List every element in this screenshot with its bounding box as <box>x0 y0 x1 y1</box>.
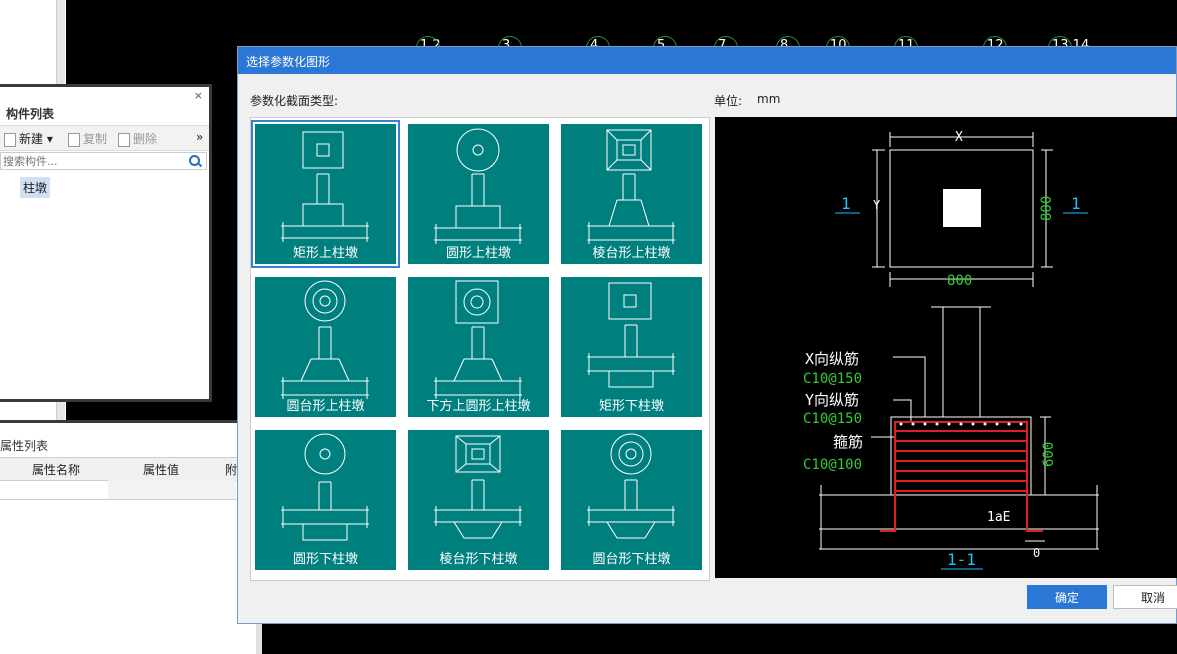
more-button[interactable]: » <box>196 130 203 144</box>
shape-grid: 矩形上柱墩 圆形上柱墩 棱台形上柱墩 圆台形上柱墩 下方上圆形上柱墩 矩形下柱墩… <box>250 117 710 581</box>
copy-icon <box>68 132 80 147</box>
y-rebar-value: C10@150 <box>803 411 862 427</box>
dim-600: 600 <box>1041 442 1057 467</box>
stirrup-value: C10@100 <box>803 457 862 473</box>
table-cell[interactable] <box>108 480 236 499</box>
dim-800-bottom: 800 <box>947 273 972 289</box>
shape-tile-rect-upper[interactable]: 矩形上柱墩 <box>251 120 400 268</box>
component-search <box>0 152 207 170</box>
shape-label: 圆形下柱墩 <box>292 552 358 567</box>
component-toolbar: 新建 ▾ 复制 删除 » <box>0 125 209 151</box>
dim-y: Y <box>873 198 881 212</box>
x-rebar-label: X向纵筋 <box>805 350 859 368</box>
new-button-label: 新建 <box>19 132 44 146</box>
panel-title: 属性列表 <box>0 439 49 453</box>
dialog-title: 选择参数化图形 <box>246 55 331 69</box>
column-header: 附 <box>225 463 238 477</box>
stirrup-label: 箍筋 <box>833 433 863 451</box>
unit-label: 单位: <box>714 94 743 108</box>
copy-button[interactable]: 复制 <box>68 130 107 147</box>
shape-tile-circle-lower[interactable]: 圆形下柱墩 <box>255 430 396 570</box>
delete-button-label: 删除 <box>133 132 158 146</box>
search-input[interactable] <box>1 153 175 169</box>
shape-label: 圆形上柱墩 <box>445 246 511 261</box>
shape-label: 棱台形上柱墩 <box>592 246 671 261</box>
dim-x: X <box>955 130 963 145</box>
shape-label: 矩形下柱墩 <box>598 399 664 414</box>
section-type-label: 参数化截面类型: <box>250 94 339 108</box>
list-item[interactable]: 柱墩 <box>20 177 51 198</box>
section-mark-left: 1 <box>841 194 851 213</box>
section-title: 1-1 <box>947 550 976 569</box>
close-icon[interactable]: × <box>194 89 203 102</box>
y-rebar-label: Y向纵筋 <box>805 391 859 409</box>
search-icon[interactable] <box>189 155 200 166</box>
dim-800-right: 800 <box>1039 196 1055 221</box>
shape-tile-round-frustum-lower[interactable]: 圆台形下柱墩 <box>561 430 702 570</box>
dialog-title-bar[interactable]: 选择参数化图形 <box>238 47 1176 74</box>
shape-label: 下方上圆形上柱墩 <box>426 399 531 414</box>
shape-tile-circle-upper[interactable]: 圆形上柱墩 <box>408 124 549 264</box>
copy-button-label: 复制 <box>83 132 108 146</box>
shape-label: 圆台形下柱墩 <box>592 552 671 567</box>
shape-tile-square-base-round-upper[interactable]: 下方上圆形上柱墩 <box>408 277 549 417</box>
shape-label: 圆台形上柱墩 <box>286 399 365 414</box>
component-list-panel: × 构件列表 新建 ▾ 复制 删除 » 柱墩 <box>0 84 212 402</box>
section-mark-right: 1 <box>1071 194 1081 213</box>
shape-label: 矩形上柱墩 <box>292 246 358 261</box>
shape-tile-frustum-lower[interactable]: 棱台形下柱墩 <box>408 430 549 570</box>
unit-value: mm <box>757 92 781 106</box>
delete-icon <box>118 132 130 147</box>
shape-label: 棱台形下柱墩 <box>439 552 518 567</box>
column-header: 属性名称 <box>32 463 81 477</box>
delete-button[interactable]: 删除 <box>118 130 157 147</box>
new-button[interactable]: 新建 ▾ <box>4 130 53 147</box>
select-parametric-shape-dialog: 选择参数化图形 参数化截面类型: 单位: mm 矩形上柱墩 圆形上柱墩 棱台形上… <box>237 46 1177 624</box>
shape-tile-frustum-upper[interactable]: 棱台形上柱墩 <box>561 124 702 264</box>
confirm-button[interactable]: 确定 <box>1027 585 1107 609</box>
shape-tile-rect-lower[interactable]: 矩形下柱墩 <box>561 277 702 417</box>
new-file-icon <box>4 132 16 147</box>
property-list-panel: 属性列表 属性名称 属性值 附 <box>0 420 262 654</box>
x-rebar-value: C10@150 <box>803 371 862 387</box>
shape-tile-round-frustum-upper[interactable]: 圆台形上柱墩 <box>255 277 396 417</box>
dim-zero: 0 <box>1033 546 1040 560</box>
table-row[interactable] <box>0 480 262 500</box>
property-table-header: 属性名称 属性值 附 <box>0 457 262 481</box>
column-header: 属性值 <box>143 463 180 477</box>
shape-preview: X Y 800 800 1 1 X向纵筋 C10@150 Y向纵筋 C10@15… <box>715 117 1177 578</box>
dim-lae: 1aE <box>987 510 1010 525</box>
cancel-button[interactable]: 取消 <box>1113 585 1177 609</box>
panel-title: 构件列表 <box>6 107 55 121</box>
preview-drawing: X Y 800 800 1 1 X向纵筋 C10@150 Y向纵筋 C10@15… <box>803 130 1099 570</box>
